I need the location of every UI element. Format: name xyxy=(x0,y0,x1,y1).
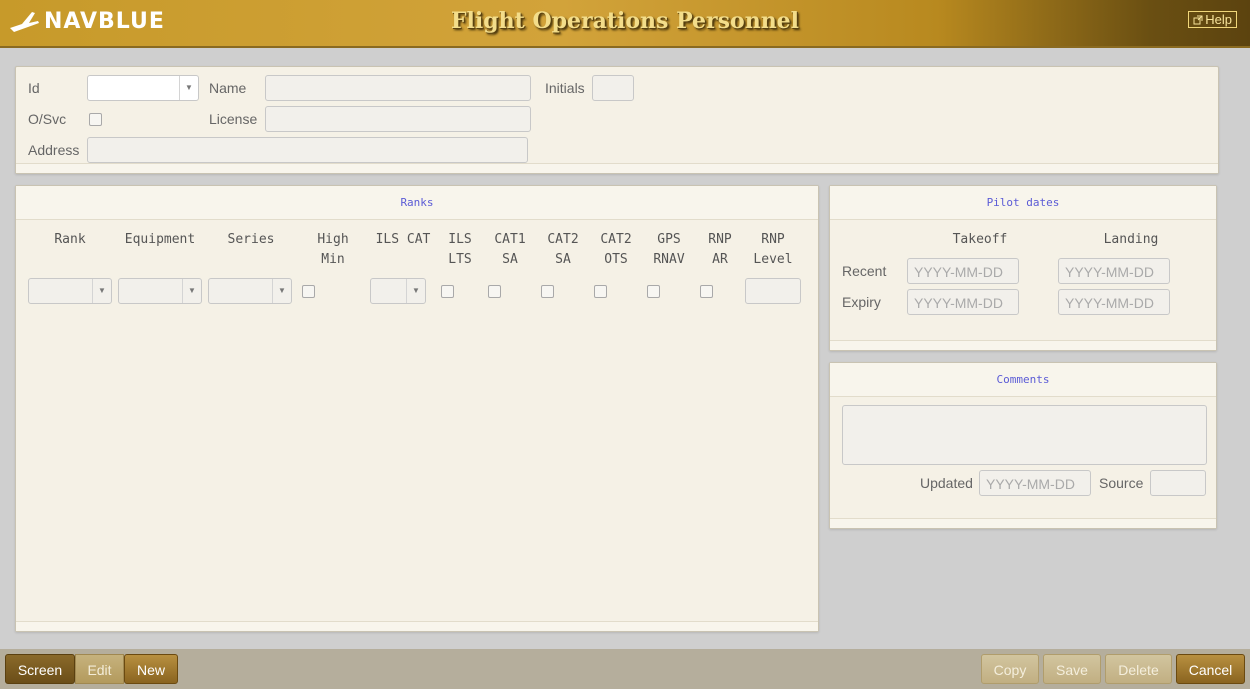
comments-panel: Comments Updated YYYY-MM-DD Source xyxy=(829,362,1217,529)
date-placeholder: YYYY-MM-DD xyxy=(1065,264,1154,280)
ranks-title: Ranks xyxy=(16,186,818,220)
pilot-dates-panel: Pilot dates Takeoff Landing Recent YYYY-… xyxy=(829,185,1217,351)
updated-label: Updated xyxy=(920,475,973,491)
date-placeholder: YYYY-MM-DD xyxy=(914,264,1003,280)
name-label: Name xyxy=(209,80,247,96)
expiry-landing-input[interactable]: YYYY-MM-DD xyxy=(1058,289,1170,315)
col-ils-lts: ILS LTS xyxy=(448,232,472,267)
col-gps-rnav: GPS RNAV xyxy=(653,232,685,267)
col-cat1-sa: CAT1 SA xyxy=(494,232,526,267)
col-cat2-ots: CAT2 OTS xyxy=(600,232,632,267)
license-label: License xyxy=(209,111,258,127)
updated-date-input[interactable]: YYYY-MM-DD xyxy=(979,470,1091,496)
delete-button[interactable]: Delete xyxy=(1105,654,1172,684)
cat2-ots-checkbox[interactable] xyxy=(594,285,607,298)
copy-button[interactable]: Copy xyxy=(981,654,1039,684)
chevron-down-icon[interactable]: ▼ xyxy=(182,279,201,303)
initials-input[interactable] xyxy=(592,75,634,101)
panel-footer xyxy=(830,340,1216,350)
screen-button[interactable]: Screen xyxy=(5,654,75,684)
high-min-checkbox[interactable] xyxy=(302,285,315,298)
date-placeholder: YYYY-MM-DD xyxy=(1065,295,1154,311)
initials-label: Initials xyxy=(545,80,585,96)
col-series: Series xyxy=(227,232,275,247)
external-link-icon xyxy=(1193,15,1203,24)
edit-button[interactable]: Edit xyxy=(75,654,124,684)
expiry-label: Expiry xyxy=(842,294,881,310)
col-cat2-sa: CAT2 SA xyxy=(547,232,579,267)
osvc-checkbox[interactable] xyxy=(89,113,102,126)
address-label: Address xyxy=(28,142,80,158)
equipment-select[interactable]: ▼ xyxy=(118,278,202,304)
panel-footer xyxy=(16,163,1218,173)
recent-landing-input[interactable]: YYYY-MM-DD xyxy=(1058,258,1170,284)
id-label: Id xyxy=(28,80,40,96)
col-rnp-ar: RNP AR xyxy=(708,232,732,267)
col-high-min: High Min xyxy=(317,232,349,267)
panel-footer xyxy=(830,518,1216,528)
series-select[interactable]: ▼ xyxy=(208,278,292,304)
landing-header: Landing xyxy=(1103,232,1159,247)
col-rnp-level: RNP Level xyxy=(753,232,793,267)
ils-cat-select[interactable]: ▼ xyxy=(370,278,426,304)
recent-takeoff-input[interactable]: YYYY-MM-DD xyxy=(907,258,1019,284)
source-label: Source xyxy=(1099,475,1144,491)
chevron-down-icon[interactable]: ▼ xyxy=(179,76,198,100)
comments-textarea[interactable] xyxy=(842,405,1207,465)
date-placeholder: YYYY-MM-DD xyxy=(986,476,1075,492)
person-panel: Id ▼ Name Initials O/Svc License Address xyxy=(15,66,1219,174)
footer-toolbar: Screen Edit New Copy Save Delete Cancel xyxy=(0,649,1250,689)
rnp-ar-checkbox[interactable] xyxy=(700,285,713,298)
takeoff-header: Takeoff xyxy=(952,232,1008,247)
chevron-down-icon[interactable]: ▼ xyxy=(272,279,291,303)
osvc-label: O/Svc xyxy=(28,111,67,127)
ils-lts-checkbox[interactable] xyxy=(441,285,454,298)
pilot-dates-title: Pilot dates xyxy=(830,186,1216,220)
rank-select[interactable]: ▼ xyxy=(28,278,112,304)
date-placeholder: YYYY-MM-DD xyxy=(914,295,1003,311)
ranks-panel: Ranks Rank Equipment Series High Min ILS … xyxy=(15,185,819,632)
address-input[interactable] xyxy=(87,137,528,163)
help-link[interactable]: Help xyxy=(1188,11,1237,28)
gps-rnav-checkbox[interactable] xyxy=(647,285,660,298)
page-title: Flight Operations Personnel xyxy=(450,8,800,34)
help-label: Help xyxy=(1205,12,1232,27)
new-button[interactable]: New xyxy=(124,654,178,684)
col-rank: Rank xyxy=(54,232,86,247)
app-header: NAVBLUE Flight Operations Personnel Help xyxy=(0,0,1250,48)
recent-label: Recent xyxy=(842,263,887,279)
rnp-level-input[interactable] xyxy=(745,278,801,304)
chevron-down-icon[interactable]: ▼ xyxy=(92,279,111,303)
license-input[interactable] xyxy=(265,106,531,132)
comments-title: Comments xyxy=(830,363,1216,397)
name-input[interactable] xyxy=(265,75,531,101)
expiry-takeoff-input[interactable]: YYYY-MM-DD xyxy=(907,289,1019,315)
col-equipment: Equipment xyxy=(124,232,196,247)
id-combo[interactable]: ▼ xyxy=(87,75,199,101)
source-input[interactable] xyxy=(1150,470,1206,496)
save-button[interactable]: Save xyxy=(1043,654,1101,684)
col-ils-cat: ILS CAT xyxy=(375,232,431,247)
cat2-sa-checkbox[interactable] xyxy=(541,285,554,298)
cancel-button[interactable]: Cancel xyxy=(1176,654,1245,684)
chevron-down-icon[interactable]: ▼ xyxy=(406,279,425,303)
cat1-sa-checkbox[interactable] xyxy=(488,285,501,298)
panel-footer xyxy=(16,621,818,631)
